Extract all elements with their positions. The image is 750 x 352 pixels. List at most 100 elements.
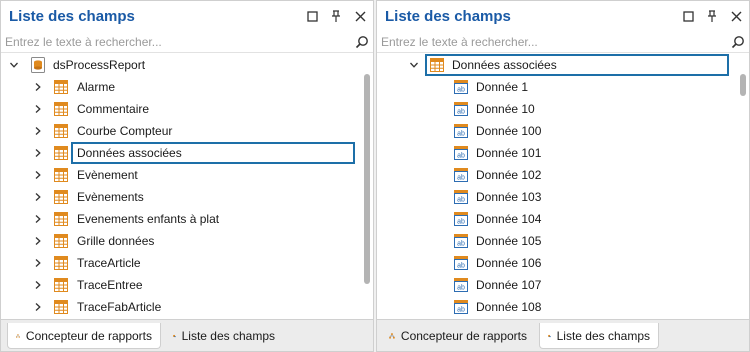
field-tree: dsProcessReport Alarme Commentaire Courbe … xyxy=(1,54,373,319)
maximize-icon xyxy=(306,10,318,22)
vertical-scrollbar[interactable] xyxy=(740,54,747,319)
tree-item-label: Courbe Compteur xyxy=(77,124,173,138)
tree-item-field[interactable]: ab Donnée 102 xyxy=(377,164,733,186)
chevron-right-icon[interactable] xyxy=(31,120,45,142)
chevron-right-icon[interactable] xyxy=(31,98,45,120)
chevron-right-icon[interactable] xyxy=(31,76,45,98)
tab-label: Concepteur de rapports xyxy=(25,328,152,343)
close-button[interactable] xyxy=(727,7,745,25)
chevron-right-icon[interactable] xyxy=(31,296,45,318)
tree-item-label: Donnée 106 xyxy=(476,256,542,270)
tree-item-table[interactable]: Données associées xyxy=(1,142,357,164)
tree-item-table[interactable]: Grille données xyxy=(1,230,357,252)
tree-item-field[interactable]: ab Donnée 104 xyxy=(377,208,733,230)
hierarchy-icon xyxy=(16,333,20,338)
search-row xyxy=(377,31,749,53)
tree-item-table[interactable]: TraceArticle xyxy=(1,252,357,274)
chevron-down-icon[interactable] xyxy=(407,54,421,76)
tree-item-field[interactable]: ab Donnée 108 xyxy=(377,296,733,318)
tree-item-label: Donnée 1 xyxy=(476,80,529,94)
search-button[interactable] xyxy=(729,33,747,51)
maximize-button[interactable] xyxy=(679,7,697,25)
tree-item-field[interactable]: ab Donnée 1 xyxy=(377,76,733,98)
text-field-icon: ab xyxy=(454,146,468,160)
tab-report-designer[interactable]: Concepteur de rapports xyxy=(381,323,535,349)
table-icon xyxy=(430,58,444,72)
scrollbar-thumb[interactable] xyxy=(740,74,746,96)
tree-item-table[interactable]: Evènements xyxy=(1,186,357,208)
panel-title: Liste des champs xyxy=(9,8,135,25)
chevron-down-icon[interactable] xyxy=(7,54,21,76)
table-icon xyxy=(54,256,68,270)
chevron-right-icon[interactable] xyxy=(31,164,45,186)
pin-button[interactable] xyxy=(703,7,721,25)
chevron-right-icon[interactable] xyxy=(31,142,45,164)
tree-item-table[interactable]: Courbe Compteur xyxy=(1,120,357,142)
svg-text:ab: ab xyxy=(457,197,465,204)
tree-item-label: Commentaire xyxy=(77,102,150,116)
tree-item-table[interactable]: Evenements enfants à plat xyxy=(1,208,357,230)
tree-item-table[interactable]: Commentaire xyxy=(1,98,357,120)
tree-item-field[interactable]: ab Donnée 106 xyxy=(377,252,733,274)
field-list-panel-left: Liste des champs dsProcessReport xyxy=(0,0,374,352)
database-icon xyxy=(173,334,176,338)
hierarchy-icon xyxy=(389,333,395,339)
vertical-scrollbar[interactable] xyxy=(364,54,371,319)
tree-item-table[interactable]: Evènement xyxy=(1,164,357,186)
panel-tabs: Concepteur de rapports Liste des champs xyxy=(377,319,749,351)
tab-label: Liste des champs xyxy=(556,328,650,343)
field-tree: Données associées ab Donnée 1 ab Donnée 10 a… xyxy=(377,54,749,319)
tree-item-field[interactable]: ab Donnée 101 xyxy=(377,142,733,164)
chevron-right-icon[interactable] xyxy=(31,274,45,296)
close-button[interactable] xyxy=(351,7,369,25)
text-field-icon: ab xyxy=(454,256,468,270)
tree-item-label: Evènement xyxy=(77,168,138,182)
text-field-icon: ab xyxy=(454,80,468,94)
search-button[interactable] xyxy=(353,33,371,51)
text-field-icon: ab xyxy=(454,102,468,116)
tree-item-field[interactable]: ab Donnée 103 xyxy=(377,186,733,208)
tree-item-table[interactable]: TraceFabArticle xyxy=(1,296,357,318)
chevron-right-icon[interactable] xyxy=(31,230,45,252)
svg-text:ab: ab xyxy=(457,87,465,94)
search-icon xyxy=(355,36,368,49)
tree-root-datasource[interactable]: dsProcessReport xyxy=(1,54,361,76)
maximize-icon xyxy=(682,10,694,22)
chevron-right-icon[interactable] xyxy=(31,208,45,230)
chevron-right-icon[interactable] xyxy=(31,252,45,274)
tree-item-label: Evènements xyxy=(77,190,144,204)
search-input[interactable] xyxy=(3,32,347,52)
scrollbar-thumb[interactable] xyxy=(364,74,370,284)
tree-root-table[interactable]: Données associées xyxy=(377,54,737,76)
tree-item-label: Alarme xyxy=(77,80,116,94)
table-icon xyxy=(54,168,68,182)
pin-icon xyxy=(708,9,716,22)
tree-item-field[interactable]: ab Donnée 10 xyxy=(377,98,733,120)
tree-item-label: TraceArticle xyxy=(77,256,141,270)
tree-item-label: Donnée 102 xyxy=(476,168,542,182)
chevron-right-icon[interactable] xyxy=(31,186,45,208)
maximize-button[interactable] xyxy=(303,7,321,25)
text-field-icon: ab xyxy=(454,300,468,314)
tree-item-field[interactable]: ab Donnée 107 xyxy=(377,274,733,296)
table-icon xyxy=(54,300,68,314)
tree-item-field[interactable]: ab Donnée 100 xyxy=(377,120,733,142)
tree-item-field[interactable]: ab Donnée 105 xyxy=(377,230,733,252)
table-icon xyxy=(54,102,68,116)
tab-field-list[interactable]: Liste des champs xyxy=(165,323,283,349)
tree-item-label: Donnée 103 xyxy=(476,190,542,204)
tree-item-table[interactable]: Alarme xyxy=(1,76,357,98)
svg-text:ab: ab xyxy=(457,131,465,138)
pin-button[interactable] xyxy=(327,7,345,25)
search-icon xyxy=(731,36,744,49)
tab-report-designer[interactable]: Concepteur de rapports xyxy=(7,323,161,349)
svg-text:ab: ab xyxy=(457,307,465,314)
search-input[interactable] xyxy=(379,32,723,52)
table-icon xyxy=(54,80,68,94)
text-field-icon: ab xyxy=(454,212,468,226)
tab-field-list[interactable]: Liste des champs xyxy=(539,323,659,349)
tab-label: Liste des champs xyxy=(181,329,275,343)
tree-item-table[interactable]: TraceEntree xyxy=(1,274,357,296)
field-list-panel-right: Liste des champs Données associées abDon xyxy=(376,0,750,352)
tree-item-label: Grille données xyxy=(77,234,155,248)
